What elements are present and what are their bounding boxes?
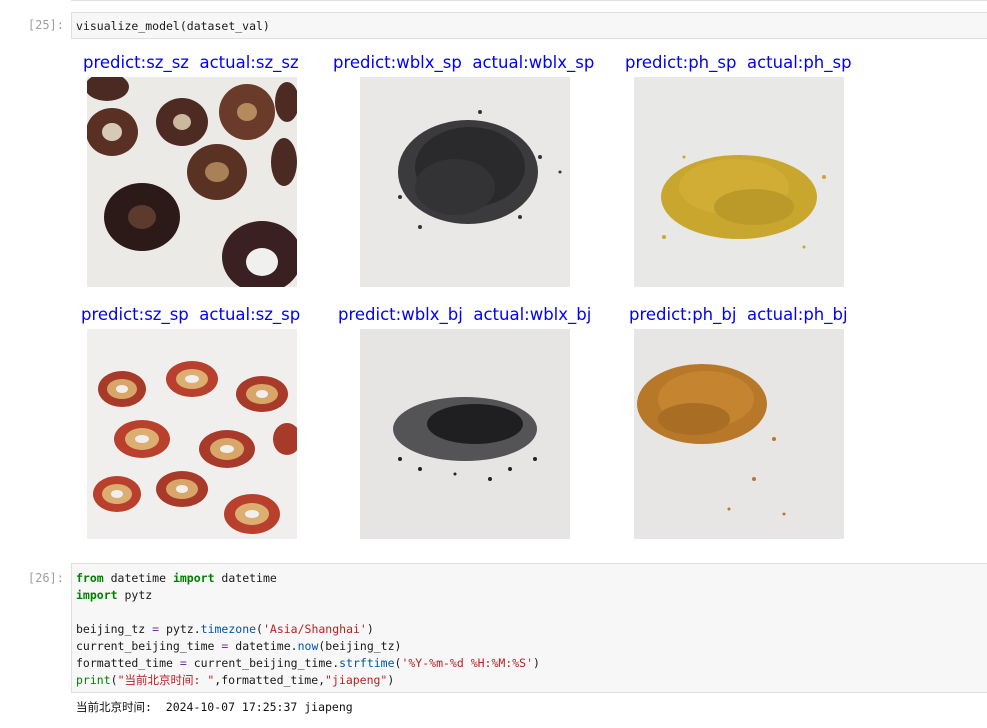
function-name: strftime [339, 656, 395, 670]
tile-title: predict:sz_sz actual:sz_sz [83, 53, 299, 72]
code-line: visualize_model(dataset_val) [76, 19, 270, 33]
predict-label: predict:sz_sz [83, 53, 189, 72]
code-text: ) [533, 656, 540, 670]
predict-label: predict:wblx_sp [333, 53, 462, 72]
scattered-black-seeds-image [360, 329, 570, 539]
code-text: beijing_tz [76, 622, 153, 636]
code-text: ( [110, 673, 118, 687]
actual-label: actual:wblx_sp [472, 53, 595, 72]
code-text: ,formatted_time, [214, 673, 326, 687]
code-text: pytz. [159, 622, 201, 636]
code-text: (beijing_tz) [318, 639, 402, 653]
actual-label: actual:ph_sp [746, 53, 852, 72]
code-line: from datetime import datetime [76, 570, 983, 587]
function-name: timezone [200, 622, 257, 636]
cell-26-input[interactable]: from datetime import datetime import pyt… [71, 563, 987, 693]
actual-label: actual:sz_sz [199, 53, 299, 72]
hawthorn-fresh-slices-image [87, 329, 297, 539]
black-seeds-pile-image [360, 77, 570, 287]
string-literal: "当前北京时间: " [117, 673, 215, 687]
brown-powder-image [634, 329, 844, 539]
cell-26-output: 当前北京时间: 2024-10-07 17:25:37 jiapeng [76, 700, 353, 714]
string-literal: '%Y-%m-%d %H:%M:%S' [401, 656, 534, 670]
tile-title: predict:ph_sp actual:ph_sp [625, 53, 852, 72]
cell-25-input[interactable]: visualize_model(dataset_val) [71, 12, 987, 39]
tile-title: predict:ph_bj actual:ph_bj [629, 305, 848, 324]
tile-title: predict:wblx_sp actual:wblx_sp [333, 53, 594, 72]
yellow-powder-image [634, 77, 844, 287]
code-line: print("当前北京时间: ",formatted_time,"jiapeng… [76, 672, 983, 689]
code-line: current_beijing_time = datetime.now(beij… [76, 638, 983, 655]
builtin-function: print [76, 673, 111, 687]
actual-label: actual:wblx_bj [473, 305, 592, 324]
predict-label: predict:ph_bj [629, 305, 737, 324]
code-text: current_beijing_time [76, 639, 222, 653]
keyword: from [76, 571, 104, 585]
actual-label: actual:sz_sp [199, 305, 301, 324]
cell-25-prompt: [25]: [27, 18, 64, 32]
previous-cell-border [71, 0, 987, 1]
tile-title: predict:sz_sp actual:sz_sp [81, 305, 300, 324]
actual-label: actual:ph_bj [746, 305, 848, 324]
string-literal: "jiapeng" [325, 673, 388, 687]
code-line: import pytz [76, 587, 983, 604]
code-line: formatted_time = current_beijing_time.st… [76, 655, 983, 672]
code-text: datetime [214, 571, 277, 585]
function-name: now [297, 639, 319, 653]
code-text: datetime. [228, 639, 298, 653]
code-text: current_beijing_time. [186, 656, 340, 670]
keyword: import [76, 588, 118, 602]
operator: = [179, 656, 187, 670]
code-text: datetime [103, 571, 173, 585]
code-line: beijing_tz = pytz.timezone('Asia/Shangha… [76, 621, 983, 638]
code-text: ( [256, 622, 263, 636]
predict-label: predict:ph_sp [625, 53, 737, 72]
tile-title: predict:wblx_bj actual:wblx_bj [338, 305, 591, 324]
predict-label: predict:sz_sp [81, 305, 189, 324]
code-text: ) [366, 622, 374, 636]
keyword: import [172, 571, 215, 585]
predict-label: predict:wblx_bj [338, 305, 463, 324]
cell-26-prompt: [26]: [27, 571, 64, 585]
code-text: formatted_time [76, 656, 180, 670]
hawthorn-dried-slices-image [87, 77, 297, 287]
string-literal: 'Asia/Shanghai' [262, 622, 367, 636]
code-text: pytz [117, 588, 153, 602]
code-text: ) [387, 673, 395, 687]
